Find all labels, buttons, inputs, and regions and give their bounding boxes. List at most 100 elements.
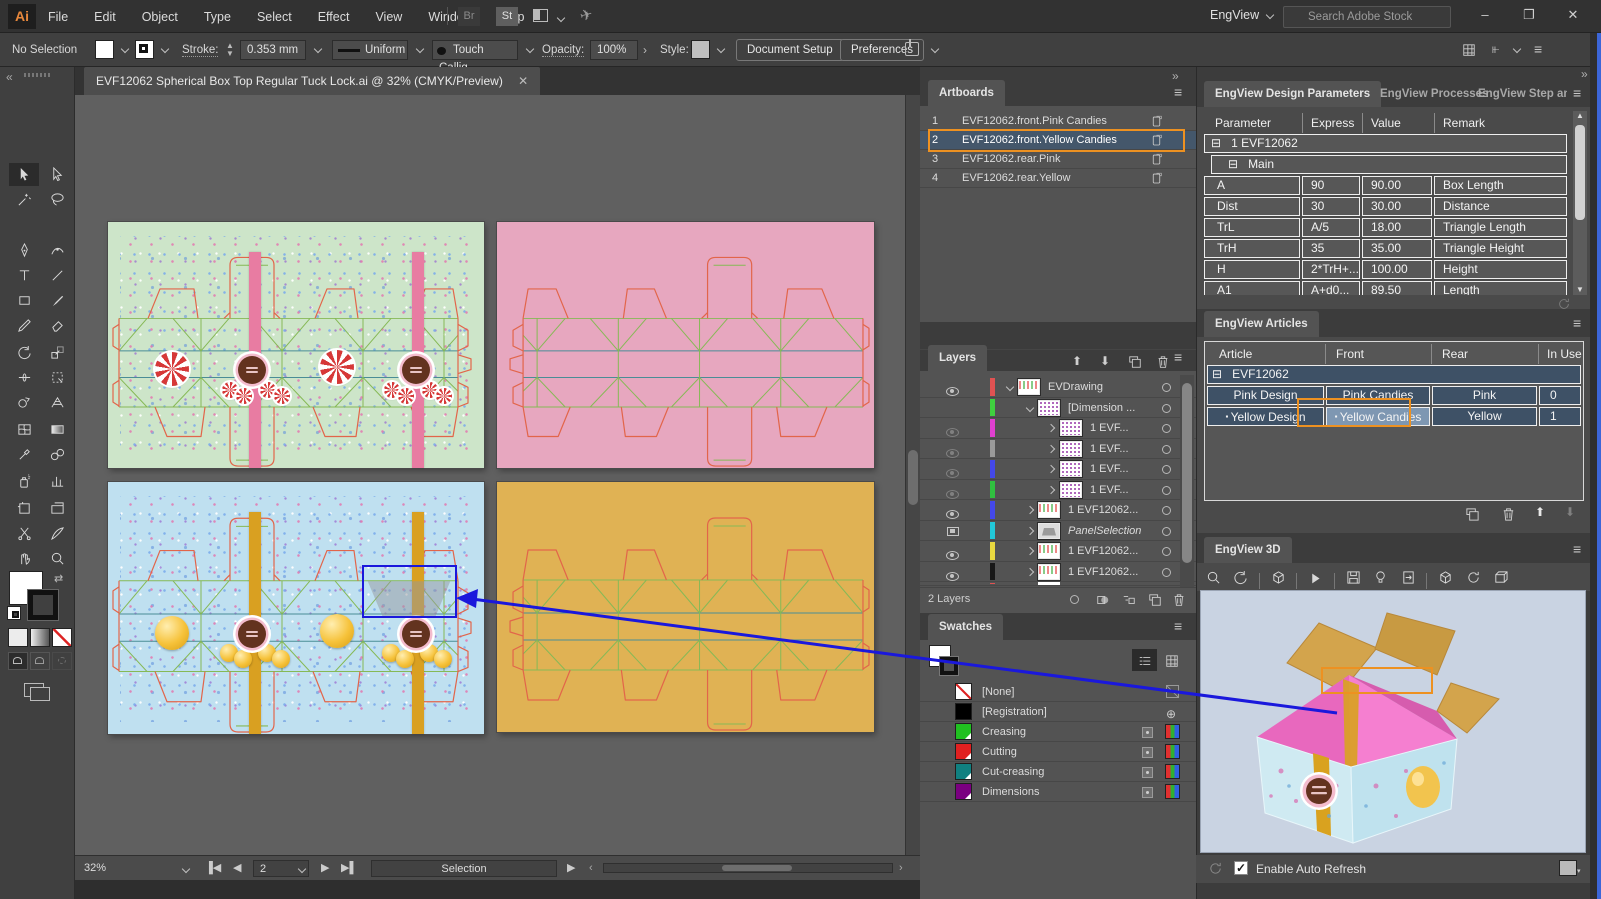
style-chevron-icon[interactable] [717,45,725,53]
expand-dock-icon[interactable]: » [1581,67,1588,81]
move-up-icon[interactable]: ⬆ [1072,354,1082,368]
engview-3d-viewport[interactable] [1200,590,1586,853]
color-mode-button[interactable] [9,629,27,646]
free-transform-tool[interactable] [42,366,72,389]
layer-thumbnail[interactable] [1038,564,1060,580]
tools-grip[interactable] [24,73,52,77]
width-profile-select[interactable]: Uniform [332,40,408,60]
column-graph-tool[interactable] [42,470,72,493]
swatch-row[interactable]: [None] [920,682,1196,702]
visibility-eye-icon[interactable] [946,551,959,560]
workspace-chevron-icon[interactable] [1266,11,1274,19]
menu-type[interactable]: Type [204,10,231,24]
next-artboard-button[interactable]: ▶ [321,860,329,877]
article-name-cell[interactable]: Pink Design [1207,386,1324,405]
minimize-button[interactable]: – [1463,0,1507,30]
article-rear-cell[interactable]: Yellow [1432,407,1537,426]
maximize-button[interactable]: ❐ [1507,0,1551,30]
brush-chevron-icon[interactable] [526,45,534,53]
tab-engview-articles[interactable]: EngView Articles [1204,311,1319,337]
artboard-row-selected[interactable]: 2 EVF12062.front.Yellow Candies [920,131,1196,150]
stroke-label[interactable]: Stroke: [182,44,218,57]
eyedropper-tool[interactable] [9,443,39,466]
zoom-level[interactable]: 32% [84,860,184,877]
params-scrollbar[interactable]: ▲ ▼ [1573,111,1587,295]
collapsed-chevron-icon[interactable] [1026,526,1034,534]
param-express-cell[interactable]: A/5 [1302,218,1360,237]
opacity-field[interactable]: 100% [590,40,638,60]
tab-swatches[interactable]: Swatches [928,614,1003,640]
param-express-cell[interactable]: 90 [1302,176,1360,195]
article-up-icon[interactable]: ⬆ [1535,505,1545,519]
target-circle-icon[interactable] [1162,424,1171,433]
tab-close-icon[interactable]: ✕ [518,74,528,88]
status-expand-icon[interactable]: ▶ [567,860,575,877]
expand-chevron-icon[interactable] [1026,403,1034,411]
registration-swatch[interactable] [956,704,971,719]
artboard-3-front-yellow-candies[interactable] [108,482,484,734]
refresh-3d-icon[interactable] [1461,566,1485,588]
visibility-eye-icon[interactable] [946,510,959,519]
articles-menu-icon[interactable]: ≡ [1573,316,1581,330]
layer-row[interactable]: 1 EVF12062... [920,562,1196,583]
article-inuse-cell[interactable]: 1 [1539,407,1581,426]
magic-wand-tool[interactable] [9,188,39,211]
eraser-tool[interactable] [42,314,72,337]
controlbar-menu-icon[interactable]: ≡ [1534,42,1542,56]
target-circle-icon[interactable] [1162,404,1171,413]
prev-artboard-button[interactable]: ◀ [233,860,241,877]
target-circle-icon[interactable] [1162,547,1171,556]
status-display[interactable]: Selection [371,860,557,877]
zoom-tool[interactable] [42,547,72,570]
width-tool[interactable] [9,366,39,389]
layer-row[interactable]: 1 EVF... [920,480,1196,501]
opacity-expand-icon[interactable]: › [643,43,647,57]
auto-refresh-checkbox[interactable]: ✓ [1234,861,1248,875]
artboard-row[interactable]: 4 EVF12062.rear.Yellow [920,169,1196,188]
symbol-sprayer-tool[interactable] [9,470,39,493]
artboards-menu-icon[interactable]: ≡ [1174,85,1182,99]
param-express-cell[interactable]: 2*TrH+... [1302,260,1360,279]
tab-engview-step-and-repeat[interactable]: EngView Step and [1467,81,1567,107]
param-value-cell[interactable]: 30.00 [1362,197,1432,216]
visibility-eye-icon[interactable] [946,387,959,396]
rectangle-tool[interactable] [9,289,39,312]
view-cube-icon[interactable] [1266,566,1290,588]
params-menu-icon[interactable]: ≡ [1573,86,1581,100]
document-setup-button[interactable]: Document Setup [736,39,844,61]
cut-creasing-swatch[interactable] [956,764,971,779]
target-circle-icon[interactable] [1162,445,1171,454]
layer-thumbnail[interactable] [1038,400,1060,416]
param-name-cell[interactable]: A [1204,176,1300,195]
article-group-row[interactable]: ⊟EVF12062 [1207,365,1581,384]
scroll-down-icon[interactable]: ▼ [1576,285,1584,294]
grid-icon[interactable] [1462,43,1476,57]
dock-icon[interactable]: ⫦ [1492,41,1499,57]
layers-menu-icon[interactable]: ≡ [1174,350,1182,364]
shape-builder-tool[interactable] [9,391,39,414]
artboard-4-rear-yellow[interactable] [497,482,874,732]
article-front-cell[interactable]: Pink Candies [1326,386,1430,405]
layer-row[interactable]: 1 EVF12062... [920,500,1196,521]
swap-fill-stroke-icon[interactable]: ⇄ [54,572,63,585]
param-remark-cell[interactable]: Triangle Length [1434,218,1567,237]
collapsed-chevron-icon[interactable] [1047,424,1055,432]
layer-row[interactable]: 1 EVF... [920,418,1196,439]
layer-name[interactable]: 1 EVF... [1090,418,1129,438]
param-name-cell[interactable]: H [1204,260,1300,279]
stroke-stepper[interactable]: ▲▼ [226,42,234,58]
swatch-row[interactable]: [Registration] ⊕ [920,702,1196,722]
align-chevron-icon[interactable] [931,45,939,53]
param-express-cell[interactable]: A+d0... [1302,281,1360,295]
param-remark-cell[interactable]: Distance [1434,197,1567,216]
param-value-cell[interactable]: 100.00 [1362,260,1432,279]
collapsed-chevron-icon[interactable] [1026,547,1034,555]
move-down-icon[interactable]: ⬇ [1100,354,1110,368]
knife-tool[interactable] [42,522,72,545]
wireframe-icon[interactable] [1434,566,1458,588]
horizontal-scroll-thumb[interactable] [722,865,792,871]
new-article-icon[interactable] [1465,507,1480,522]
hand-tool[interactable] [9,547,39,570]
stroke-swatch[interactable] [136,41,153,58]
creasing-swatch[interactable] [956,724,971,739]
